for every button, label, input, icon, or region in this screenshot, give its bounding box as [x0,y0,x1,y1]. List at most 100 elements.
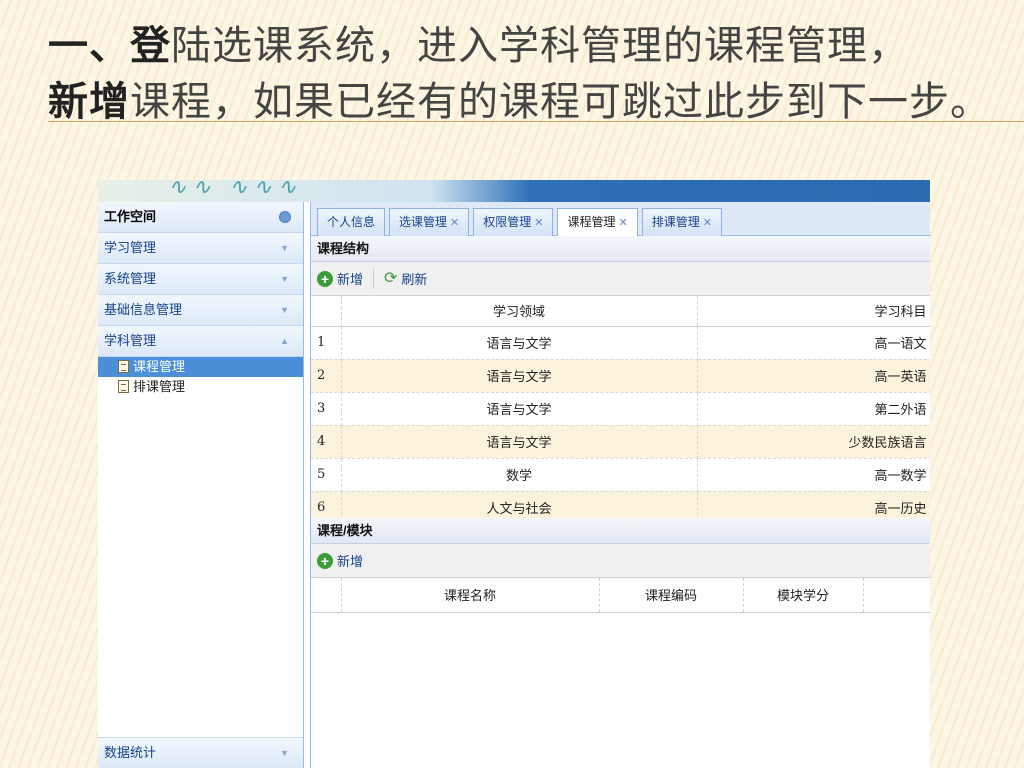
refresh-button[interactable]: ⟳ 刷新 [384,269,427,288]
sidebar-section-system[interactable]: 系统管理 ▼ [98,264,303,295]
chevron-up-icon: ▲ [280,336,289,346]
tab-label: 课程管理 [567,215,616,229]
table-row[interactable]: 6 人文与社会 高一历史 [311,491,930,518]
section-label: 学科管理 [104,333,157,348]
title-rule [48,121,1024,122]
add-icon: + [317,552,333,569]
tab-course-management[interactable]: 课程管理 ✕ [557,208,638,236]
title-bold-2: 新增 [48,79,130,125]
refresh-label: 刷新 [401,272,428,287]
section-label: 基础信息管理 [104,302,183,317]
subject-cell: 高一数学 [697,458,930,492]
column-header[interactable]: 课程编码 [599,578,744,613]
table-row[interactable]: 1 语言与文学 高一语文 [311,326,930,360]
row-number: 6 [311,491,342,518]
subject-cell: 第二外语 [697,392,930,426]
banner-logo: ∿∿ ∿∿∿ [168,180,303,199]
section-label: 数据统计 [104,745,157,760]
main-content: 个人信息 选课管理 ✕ 权限管理 ✕ 课程管理 ✕ 排课管理 ✕ 课程结构 + 新增 ⟳… [310,202,930,768]
tab-course-selection[interactable]: 选课管理 ✕ [389,208,470,236]
title-text-1: 陆选课系统，进入学科管理的课程管理， [171,23,909,69]
sidebar-workspace-header[interactable]: 工作空间 [98,202,303,233]
add-structure-button[interactable]: + 新增 [317,269,363,288]
domain-cell: 语言与文学 [341,359,698,393]
chevron-down-icon: ▼ [280,274,289,284]
sidebar-section-subject[interactable]: 学科管理 ▲ [98,326,303,357]
app-screenshot: ∿∿ ∿∿∿ 工作空间 学习管理 ▼ 系统管理 ▼ 基础信息管理 ▼ 学科管理 … [98,180,930,768]
domain-cell: 语言与文学 [341,392,698,426]
chevron-down-icon: ▼ [280,305,289,315]
course-structure-header: 课程结构 [311,236,930,262]
course-module-header: 课程/模块 [311,518,930,544]
add-label: 新增 [337,554,364,569]
workspace-label: 工作空间 [104,209,157,224]
collapse-sidebar-icon[interactable] [279,211,291,223]
column-header[interactable]: 学习领域 [341,296,698,327]
domain-cell: 人文与社会 [341,491,698,518]
sidebar-item-schedule-management[interactable]: 排课管理 [98,377,303,397]
tab-personal-info[interactable]: 个人信息 [317,208,386,236]
row-number: 2 [311,359,342,393]
close-icon[interactable]: ✕ [619,217,628,229]
structure-toolbar: + 新增 ⟳ 刷新 [311,262,930,296]
close-icon[interactable]: ✕ [703,217,712,229]
column-header-empty [863,578,930,613]
sidebar-section-basic-info[interactable]: 基础信息管理 ▼ [98,295,303,326]
row-number: 3 [311,392,342,426]
domain-cell: 语言与文学 [341,326,698,360]
column-header[interactable]: 模块学分 [743,578,864,613]
refresh-icon: ⟳ [384,269,398,287]
column-header[interactable]: 课程名称 [341,578,600,613]
tab-bar: 个人信息 选课管理 ✕ 权限管理 ✕ 课程管理 ✕ 排课管理 ✕ [311,202,930,236]
sidebar-item-course-management[interactable]: 课程管理 [98,357,303,377]
table-row[interactable]: 3 语言与文学 第二外语 [311,392,930,426]
tab-label: 权限管理 [483,215,532,229]
add-label: 新增 [337,272,364,287]
sidebar-section-study[interactable]: 学习管理 ▼ [98,233,303,264]
subject-cell: 高一历史 [697,491,930,518]
slide-title: 一、登陆选课系统，进入学科管理的课程管理， 新增课程，如果已经有的课程可跳过此步… [48,18,1008,130]
chevron-down-icon: ▼ [280,748,289,758]
tab-label: 个人信息 [327,215,376,229]
subject-cell: 高一语文 [697,326,930,360]
structure-grid: 学习领域 学习科目 1 语言与文学 高一语文 2 语言与文学 高一英语 3 语言… [311,296,930,518]
chevron-down-icon: ▼ [280,243,289,253]
add-module-button[interactable]: + 新增 [317,551,363,570]
row-number-header [311,296,342,327]
module-toolbar: + 新增 [311,544,930,578]
module-grid: 课程名称 课程编码 模块学分 [311,578,930,613]
tab-label: 选课管理 [399,215,448,229]
toolbar-divider [373,268,375,289]
tab-permissions[interactable]: 权限管理 ✕ [473,208,554,236]
sidebar: 工作空间 学习管理 ▼ 系统管理 ▼ 基础信息管理 ▼ 学科管理 ▲ 课程管理 … [98,202,304,768]
sidebar-section-statistics[interactable]: 数据统计 ▼ [98,737,303,768]
tree-item-label: 排课管理 [133,379,186,394]
app-banner: ∿∿ ∿∿∿ [98,180,930,202]
row-number-header [311,578,342,613]
table-row[interactable]: 4 语言与文学 少数民族语言 [311,425,930,459]
document-icon [118,380,129,393]
domain-cell: 语言与文学 [341,425,698,459]
close-icon[interactable]: ✕ [534,217,543,229]
subject-cell: 高一英语 [697,359,930,393]
title-bold-1: 一、登 [48,23,171,69]
close-icon[interactable]: ✕ [450,217,459,229]
title-text-2: 课程，如果已经有的课程可跳过此步到下一步。 [130,79,991,125]
grid-header-row: 学习领域 学习科目 [311,296,930,327]
row-number: 4 [311,425,342,459]
column-header[interactable]: 学习科目 [697,296,930,327]
row-number: 5 [311,458,342,492]
tab-scheduling[interactable]: 排课管理 ✕ [641,208,722,236]
row-number: 1 [311,326,342,360]
grid-header-row: 课程名称 课程编码 模块学分 [311,578,930,613]
add-icon: + [317,270,333,287]
section-label: 系统管理 [104,271,157,286]
tree-item-label: 课程管理 [133,359,186,374]
domain-cell: 数学 [341,458,698,492]
table-row[interactable]: 2 语言与文学 高一英语 [311,359,930,393]
section-label: 学习管理 [104,240,157,255]
subject-cell: 少数民族语言 [697,425,930,459]
table-row[interactable]: 5 数学 高一数学 [311,458,930,492]
document-icon [118,360,129,373]
tab-label: 排课管理 [651,215,700,229]
